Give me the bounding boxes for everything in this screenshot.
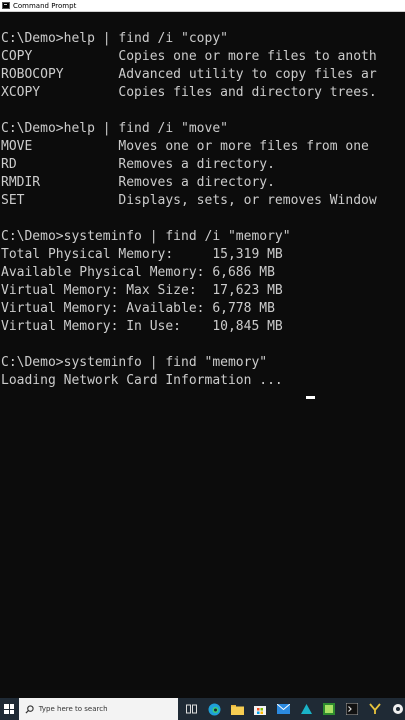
window-titlebar[interactable]: Command Prompt [0,0,405,12]
console-line: Virtual Memory: In Use: 10,845 MB [1,319,283,334]
console-line: C:\Demo>help | find /i "move" [1,121,228,136]
console-line: Virtual Memory: Available: 6,778 MB [1,301,275,316]
task-view-icon[interactable] [184,702,198,716]
search-icon [25,704,34,714]
app-icon-3[interactable] [391,702,405,716]
text-cursor [306,396,315,399]
command-prompt-icon [2,2,10,9]
file-explorer-icon[interactable] [230,702,244,716]
console-line: Virtual Memory: Max Size: 17,623 MB [1,283,283,298]
taskbar: Type here to search [0,698,405,720]
console-line: ROBOCOPY Advanced utility to copy files … [1,67,377,82]
start-button[interactable] [0,698,19,720]
console-line: C:\Demo>systeminfo | find "memory" [1,355,268,370]
app-icon[interactable] [299,702,313,716]
store-icon[interactable] [253,702,267,716]
console-line: RMDIR Removes a directory. [1,175,275,190]
console-line: COPY Copies one or more files to anoth [1,49,377,64]
console-line: C:\Demo>systeminfo | find /i "memory" [1,229,291,244]
console-line: XCOPY Copies files and directory trees. [1,85,377,100]
notepad-plus-icon[interactable] [322,702,336,716]
taskbar-search-box[interactable]: Type here to search [18,698,178,720]
console-line: SET Displays, sets, or removes Window [1,193,377,208]
terminal-icon[interactable] [345,702,359,716]
console-output[interactable]: C:\Demo>help | find /i "copy" COPY Copie… [0,12,405,698]
console-line: MOVE Moves one or more files from one [1,139,369,154]
console-line: Loading Network Card Information ... [1,373,283,388]
console-line: C:\Demo>help | find /i "copy" [1,31,228,46]
console-line: Available Physical Memory: 6,686 MB [1,265,275,280]
edge-icon[interactable] [207,702,221,716]
search-placeholder: Type here to search [38,705,108,713]
window-title: Command Prompt [13,1,77,10]
app-icon-2[interactable] [368,702,382,716]
console-line: RD Removes a directory. [1,157,275,172]
console-line: Total Physical Memory: 15,319 MB [1,247,283,262]
windows-logo-icon [4,704,15,714]
mail-icon[interactable] [276,702,290,716]
